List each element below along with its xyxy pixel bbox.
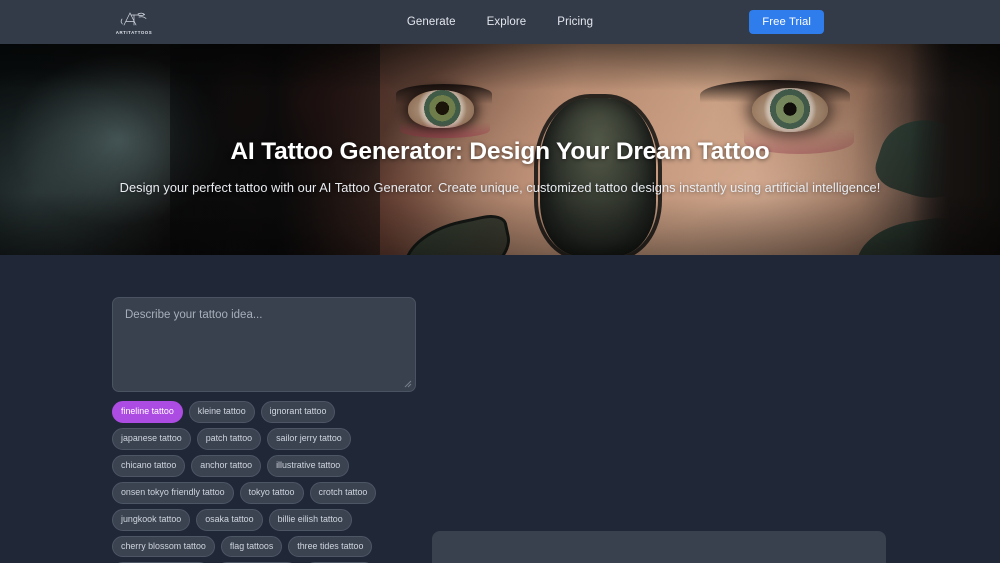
hero-subtitle: Design your perfect tattoo with our AI T… — [119, 179, 881, 195]
tag-chip[interactable]: sailor jerry tattoo — [267, 427, 351, 450]
tag-chip[interactable]: flag tattoos — [220, 535, 283, 558]
tag-chip[interactable]: illustrative tattoo — [267, 454, 350, 477]
nav-item-pricing[interactable]: Pricing — [557, 16, 593, 28]
nav-item-explore[interactable]: Explore — [487, 16, 527, 28]
tag-chip[interactable]: anchor tattoo — [191, 454, 262, 477]
tag-chip[interactable]: osaka tattoo — [196, 508, 263, 531]
tag-chip[interactable]: onsen tokyo friendly tattoo — [112, 481, 234, 504]
tag-chip[interactable]: tokyo tattoo — [239, 481, 304, 504]
generator-controls: fineline tattoo kleine tattoo ignorant t… — [112, 297, 416, 563]
tag-chip[interactable]: three tides tattoo — [288, 535, 373, 558]
site-header: ARTITATTOOS Generate Explore Pricing Fre… — [0, 0, 1000, 44]
main-nav: Generate Explore Pricing — [0, 16, 1000, 28]
tag-chip[interactable]: ignorant tattoo — [260, 401, 336, 423]
tag-suggestions: fineline tattoo kleine tattoo ignorant t… — [112, 401, 416, 563]
generator-section: fineline tattoo kleine tattoo ignorant t… — [0, 255, 1000, 563]
tag-chip[interactable]: billie eilish tattoo — [268, 508, 352, 531]
hero-title: AI Tattoo Generator: Design Your Dream T… — [230, 137, 770, 165]
logo-wordmark: ARTITATTOOS — [115, 29, 153, 35]
nav-item-generate[interactable]: Generate — [407, 16, 456, 28]
tag-chip[interactable]: fineline tattoo — [112, 401, 183, 423]
tag-chip[interactable]: crotch tattoo — [309, 481, 377, 504]
tattoo-preview-panel: Your tattoo will appear here — [432, 531, 886, 563]
free-trial-button[interactable]: Free Trial — [749, 10, 824, 34]
tattoo-prompt-input[interactable] — [112, 297, 416, 392]
tag-chip[interactable]: kleine tattoo — [188, 401, 255, 423]
hero-section: AI Tattoo Generator: Design Your Dream T… — [0, 44, 1000, 255]
tag-chip[interactable]: patch tattoo — [196, 427, 262, 450]
tag-chip[interactable]: cherry blossom tattoo — [112, 535, 215, 558]
tag-chip[interactable]: japanese tattoo — [112, 427, 191, 450]
tag-chip[interactable]: jungkook tattoo — [112, 508, 191, 531]
tag-chip[interactable]: chicano tattoo — [112, 454, 186, 477]
